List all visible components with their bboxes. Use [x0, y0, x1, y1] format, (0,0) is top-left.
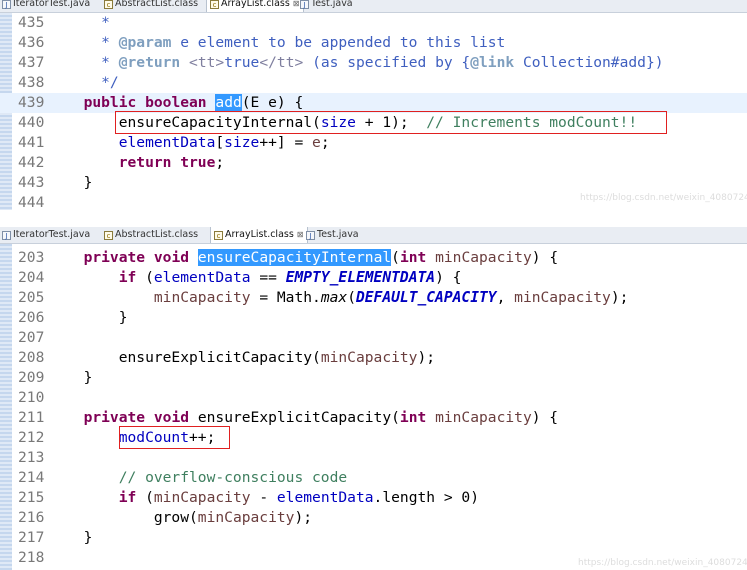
- editor-tab-bar: J IteratorTest.java c AbstractList.class c…: [0, 227, 747, 244]
- java-file-icon: J: [2, 231, 11, 240]
- line-number: 440: [18, 114, 45, 131]
- line-number: 443: [18, 174, 45, 191]
- top-editor-panel: J IteratorTest.java c AbstractList.class c…: [0, 0, 747, 211]
- line-number: 438: [18, 74, 45, 91]
- line-number: 207: [18, 329, 45, 346]
- line-number: 209: [18, 369, 45, 386]
- code-editor[interactable]: 435 * 436 * @param e element to be appen…: [0, 13, 747, 211]
- code-line: 207: [0, 328, 747, 348]
- line-number: 436: [18, 34, 45, 51]
- selected-method-name[interactable]: add: [215, 94, 242, 111]
- line-number: 215: [18, 489, 45, 506]
- code-line: 211 private void ensureExplicitCapacity(…: [18, 409, 559, 426]
- bottom-editor-panel: J IteratorTest.java c AbstractList.class c…: [0, 227, 747, 570]
- line-number: 439: [18, 94, 45, 111]
- close-tab-icon[interactable]: ⊠: [293, 0, 300, 8]
- close-tab-icon[interactable]: ⊠: [297, 230, 304, 239]
- java-file-icon: J: [2, 0, 11, 9]
- selected-method-name[interactable]: ensureCapacityInternal: [197, 249, 392, 266]
- code-line: 214 // overflow-conscious code: [18, 469, 348, 486]
- tab-abstractlist[interactable]: c AbstractList.class: [104, 227, 198, 243]
- code-line: 212 modCount++;: [18, 429, 216, 446]
- line-number: 203: [18, 249, 45, 266]
- line-number: 214: [18, 469, 45, 486]
- editor-tab-bar: J IteratorTest.java c AbstractList.class c…: [0, 0, 747, 13]
- line-number: 206: [18, 309, 45, 326]
- code-line: 209 }: [18, 369, 93, 386]
- tab-arraylist[interactable]: c ArrayList.class ⊠: [210, 227, 308, 243]
- class-file-icon: c: [104, 0, 113, 9]
- java-file-icon: J: [306, 231, 315, 240]
- watermark: https://blog.csdn.net/weixin_40807247: [578, 558, 747, 568]
- tab-abstractlist[interactable]: c AbstractList.class: [104, 0, 198, 12]
- line-number: 444: [18, 194, 45, 211]
- code-line: 216 grow(minCapacity);: [18, 509, 313, 526]
- code-line: 436 * @param e element to be appended to…: [18, 34, 506, 51]
- tab-test[interactable]: J Test.java: [300, 0, 353, 12]
- line-number: 211: [18, 409, 45, 426]
- code-line: 208 ensureExplicitCapacity(minCapacity);: [18, 349, 436, 366]
- tab-iteratortest[interactable]: J IteratorTest.java: [2, 0, 90, 12]
- code-line: 217 }: [18, 529, 93, 546]
- panel-divider: [0, 210, 747, 227]
- code-line: 215 if (minCapacity - elementData.length…: [18, 489, 479, 506]
- code-line: 435 *: [18, 14, 110, 31]
- line-number: 204: [18, 269, 45, 286]
- java-file-icon: J: [300, 0, 309, 9]
- code-line: 210: [0, 388, 747, 408]
- line-number: 216: [18, 509, 45, 526]
- code-line: 203 private void ensureCapacityInternal(…: [18, 249, 559, 266]
- class-file-icon: c: [104, 231, 113, 240]
- class-file-icon: c: [214, 231, 223, 240]
- watermark: https://blog.csdn.net/weixin_40807247: [580, 193, 747, 203]
- line-number: 213: [18, 449, 45, 466]
- code-line: 442 return true;: [18, 154, 225, 171]
- tab-iteratortest[interactable]: J IteratorTest.java: [2, 227, 90, 243]
- code-editor[interactable]: 203 private void ensureCapacityInternal(…: [0, 244, 747, 570]
- line-number: 442: [18, 154, 45, 171]
- line-number: 208: [18, 349, 45, 366]
- line-number: 210: [18, 389, 45, 406]
- code-line: 213: [0, 448, 747, 468]
- line-number: 435: [18, 14, 45, 31]
- class-file-icon: c: [210, 0, 219, 9]
- code-line: 205 minCapacity = Math.max(DEFAULT_CAPAC…: [18, 289, 629, 306]
- code-line: 443 }: [18, 174, 93, 191]
- line-number: 441: [18, 134, 45, 151]
- code-line: 206 }: [18, 309, 128, 326]
- code-line: 437 * @return <tt>true</tt> (as specifie…: [18, 54, 664, 71]
- line-number: 217: [18, 529, 45, 546]
- tab-arraylist[interactable]: c ArrayList.class ⊠: [206, 0, 304, 12]
- code-line: 438 */: [18, 74, 119, 91]
- line-number: 205: [18, 289, 45, 306]
- code-line: 440 ensureCapacityInternal(size + 1); //…: [18, 114, 638, 131]
- line-number: 437: [18, 54, 45, 71]
- code-line: 441 elementData[size++] = e;: [18, 134, 330, 151]
- line-number: 218: [18, 549, 45, 566]
- tab-test[interactable]: J Test.java: [306, 227, 359, 243]
- code-line-current: 439 public boolean add(E e) {: [0, 93, 747, 113]
- code-line: 204 if (elementData == EMPTY_ELEMENTDATA…: [18, 269, 462, 286]
- line-number: 212: [18, 429, 45, 446]
